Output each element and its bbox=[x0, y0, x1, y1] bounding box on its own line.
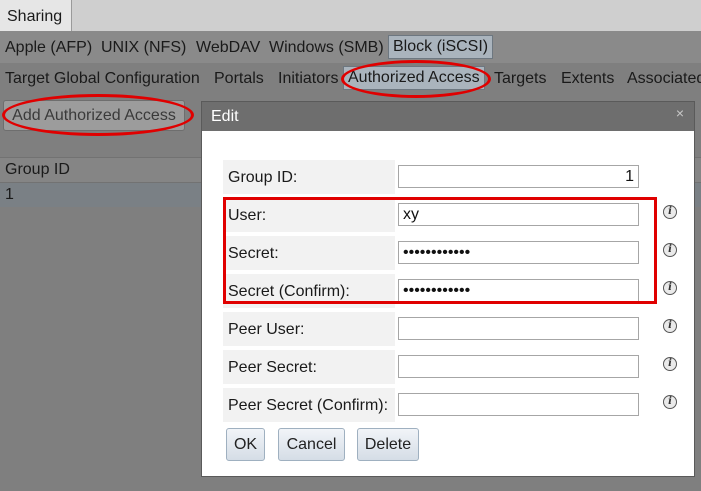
peer-user-field[interactable] bbox=[398, 317, 639, 340]
dialog-title: Edit bbox=[211, 108, 239, 125]
tab-portals[interactable]: Portals bbox=[214, 68, 264, 90]
tab-block-iscsi[interactable]: Block (iSCSI) bbox=[388, 35, 494, 59]
add-authorized-access-button[interactable]: Add Authorized Access bbox=[3, 100, 185, 131]
info-icon[interactable]: i bbox=[663, 243, 677, 257]
tab-authorized-access[interactable]: Authorized Access bbox=[343, 66, 485, 90]
ok-button[interactable]: OK bbox=[226, 428, 265, 461]
label-secret: Secret: bbox=[223, 236, 395, 270]
dialog-title-bar[interactable]: Edit × bbox=[202, 102, 694, 131]
tab-unix-nfs[interactable]: UNIX (NFS) bbox=[101, 37, 186, 59]
peer-secret-confirm-field[interactable] bbox=[398, 393, 639, 416]
info-icon[interactable]: i bbox=[663, 395, 677, 409]
tab-initiators[interactable]: Initiators bbox=[278, 68, 338, 90]
tab-windows-smb[interactable]: Windows (SMB) bbox=[269, 37, 384, 59]
tab-extents[interactable]: Extents bbox=[561, 68, 614, 90]
info-icon[interactable]: i bbox=[663, 281, 677, 295]
cell-group-id: 1 bbox=[5, 186, 14, 203]
group-id-field[interactable] bbox=[398, 165, 639, 188]
column-header-group-id[interactable]: Group ID bbox=[5, 161, 70, 179]
tab-apple-afp[interactable]: Apple (AFP) bbox=[5, 37, 92, 59]
cancel-button[interactable]: Cancel bbox=[278, 428, 345, 461]
label-secret-confirm: Secret (Confirm): bbox=[223, 274, 395, 308]
secret-field[interactable] bbox=[398, 241, 639, 264]
secret-confirm-field[interactable] bbox=[398, 279, 639, 302]
info-icon[interactable]: i bbox=[663, 319, 677, 333]
info-icon[interactable]: i bbox=[663, 205, 677, 219]
delete-button[interactable]: Delete bbox=[357, 428, 419, 461]
label-peer-user: Peer User: bbox=[223, 312, 395, 346]
label-peer-secret-confirm: Peer Secret (Confirm): bbox=[223, 388, 395, 422]
user-field[interactable] bbox=[398, 203, 639, 226]
close-icon[interactable]: × bbox=[676, 105, 684, 121]
tab-target-global-configuration[interactable]: Target Global Configuration bbox=[5, 68, 200, 90]
tab-targets[interactable]: Targets bbox=[494, 68, 546, 90]
info-icon[interactable]: i bbox=[663, 357, 677, 371]
peer-secret-field[interactable] bbox=[398, 355, 639, 378]
label-group-id: Group ID: bbox=[223, 160, 395, 194]
label-user: User: bbox=[223, 198, 395, 232]
tab-associated[interactable]: Associated bbox=[627, 68, 701, 90]
tab-webdav[interactable]: WebDAV bbox=[196, 37, 260, 59]
label-peer-secret: Peer Secret: bbox=[223, 350, 395, 384]
top-tab-strip bbox=[72, 0, 701, 31]
tab-sharing[interactable]: Sharing bbox=[0, 0, 72, 31]
edit-dialog: Edit × Group ID: User: i Secret: i Secre… bbox=[201, 101, 695, 477]
